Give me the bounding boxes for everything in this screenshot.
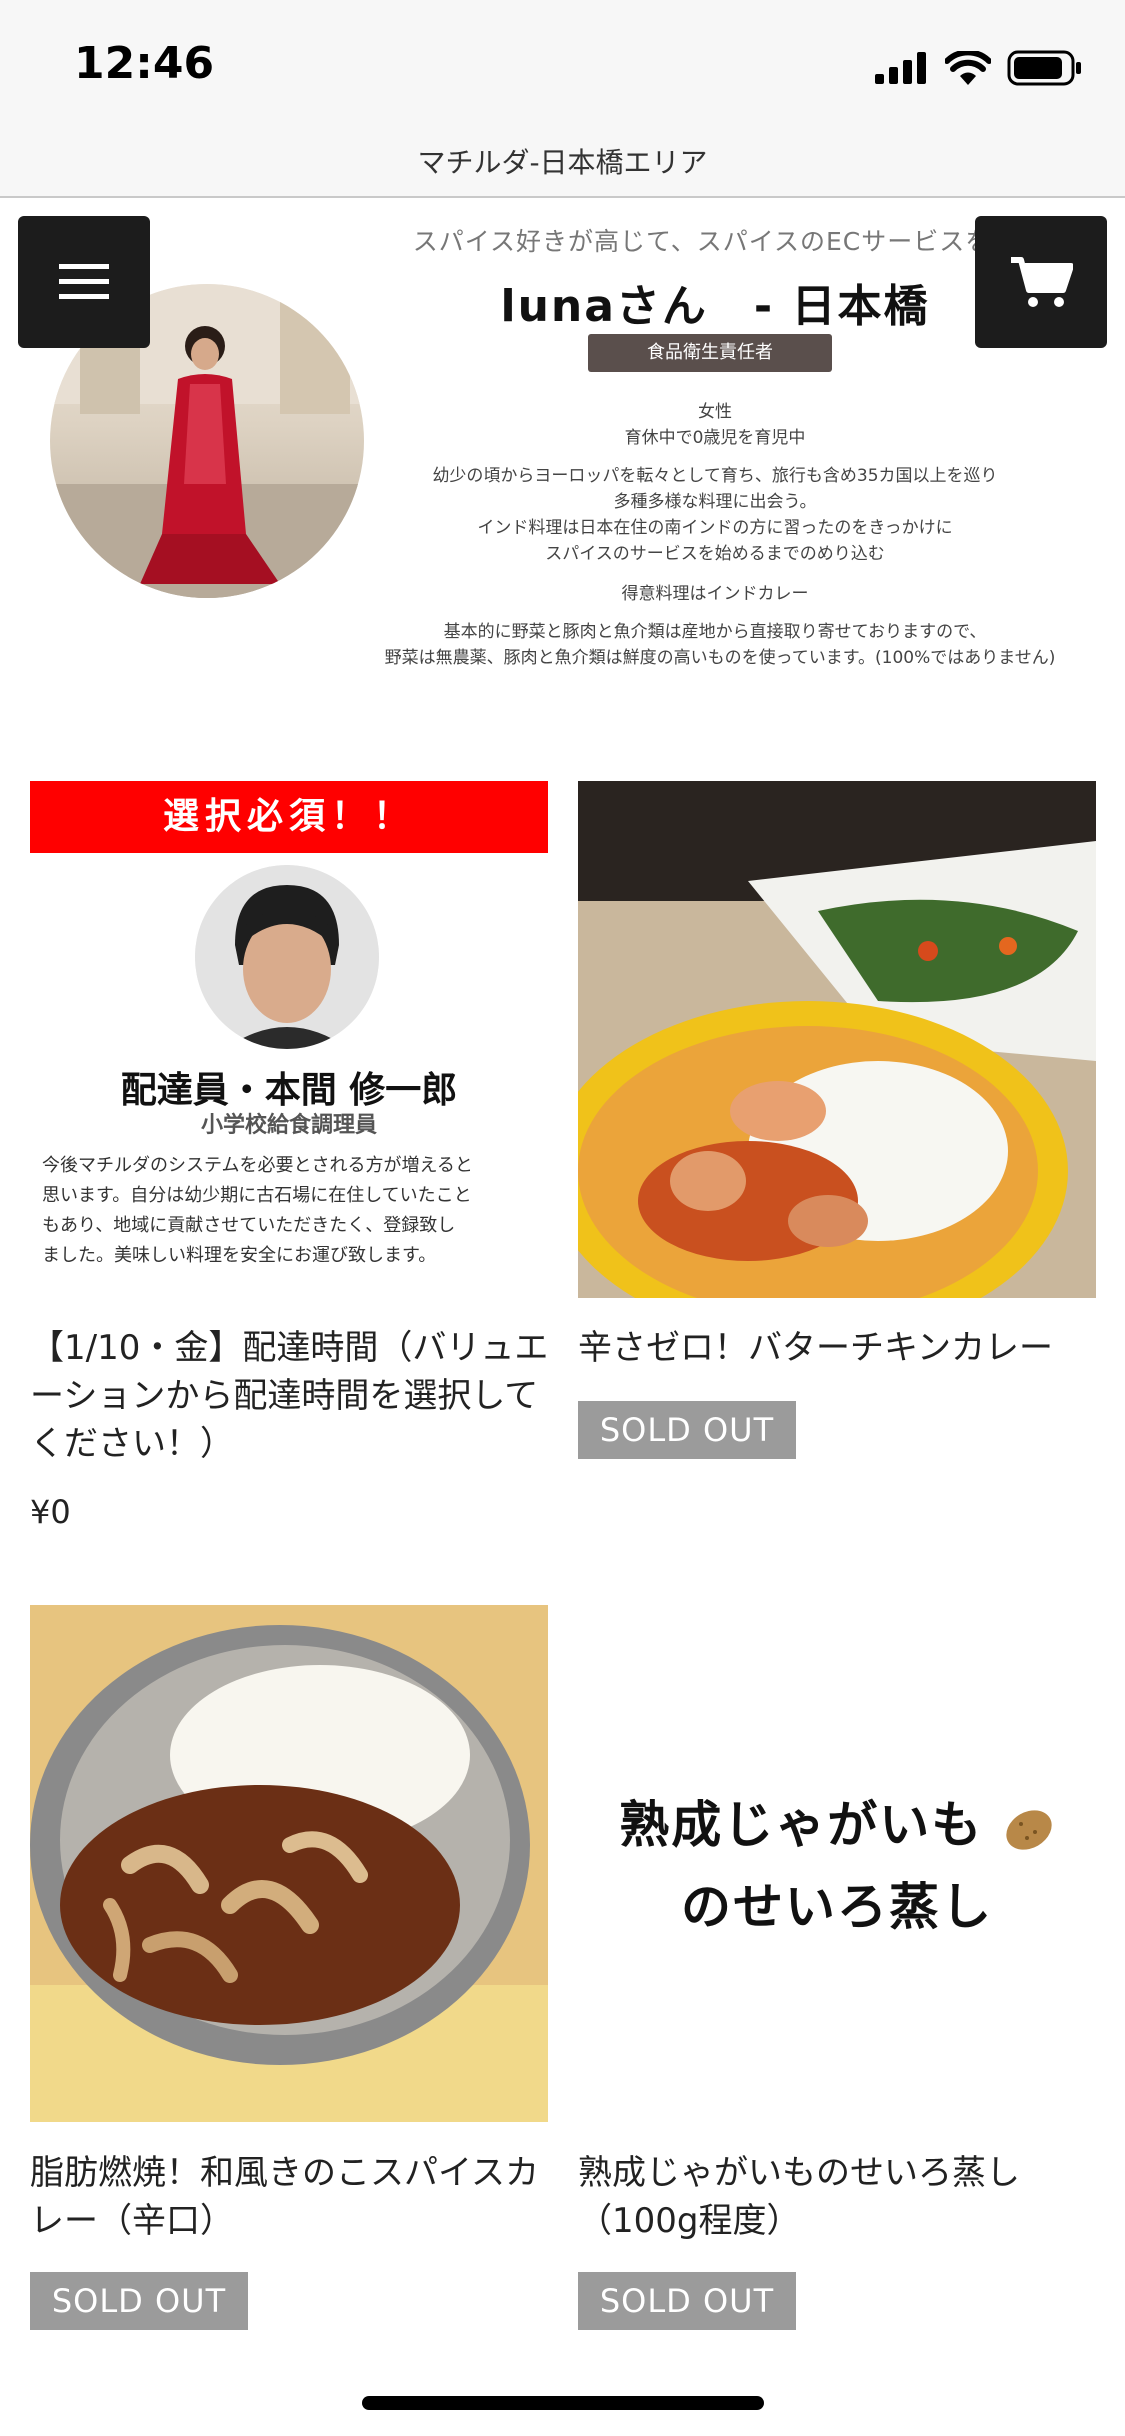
site-title-bar[interactable]: マチルダ-日本橋エリア xyxy=(0,138,1125,198)
product-image-butter-chicken[interactable] xyxy=(578,781,1096,1298)
potato-image-line2: のせいろ蒸し xyxy=(681,1878,993,1936)
product-image-potato[interactable]: 熟成じゃがいも のせいろ蒸し xyxy=(578,1605,1096,2122)
wifi-icon xyxy=(945,51,991,85)
courier-message-line4: ました。美味しい料理を安全にお運び致します。 xyxy=(42,1245,437,1266)
product-title-delivery[interactable]: 【1/10・金】配達時間（バリュエーションから配達時間を選択してください！） xyxy=(30,1324,550,1468)
chef-bio-line1: 幼少の頃からヨーロッパを転々として育ち、旅行も含め35カ国以上を巡り xyxy=(432,466,998,486)
sold-out-badge-mushroom-curry: SOLD OUT xyxy=(30,2272,248,2330)
product-image-mushroom-curry[interactable] xyxy=(30,1605,548,2122)
potato-image-line1-text: 熟成じゃがいも xyxy=(619,1796,984,1854)
chef-bio-line3: インド料理は日本在住の南インドの方に習ったのをきっかけに xyxy=(477,518,953,538)
sourcing-line2: 野菜は無農薬、豚肉と魚介類は鮮度の高いものを使っています。(100%ではありませ… xyxy=(384,648,1056,668)
cart-button[interactable] xyxy=(975,216,1107,348)
required-banner: 選択必須！！ xyxy=(30,781,548,853)
sold-out-badge-butter-chicken: SOLD OUT xyxy=(578,1401,796,1459)
role-badge: 食品衛生責任者 xyxy=(588,334,832,372)
status-icons xyxy=(875,50,1083,86)
sold-out-badge-potato: SOLD OUT xyxy=(578,2272,796,2330)
battery-icon xyxy=(1007,50,1081,86)
product-title-butter-chicken[interactable]: 辛さゼロ！バターチキンカレー xyxy=(578,1324,1098,1372)
chef-bio-line2: 多種多様な料理に出会う。 xyxy=(613,492,817,512)
courier-name: 配達員・本間 修一郎 xyxy=(120,1070,458,1111)
courier-message-line2: 思います。自分は幼少期に古石場に在住していたこと xyxy=(42,1185,472,1206)
product-title-potato[interactable]: 熟成じゃがいものせいろ蒸し（100g程度） xyxy=(578,2149,1098,2245)
sourcing-line1: 基本的に野菜と豚肉と魚介類は産地から直接取り寄せておりますので、 xyxy=(443,622,987,642)
courier-message-line1: 今後マチルダのシステムを必要とされる方が増えると xyxy=(42,1155,473,1176)
courier-photo xyxy=(195,865,379,1049)
product-price-delivery: ¥0 xyxy=(30,1493,71,1531)
product-image-delivery[interactable]: 選択必須！！ 配達員・本間 修一郎 小学校給食調理員 今後マチルダのシステムを必… xyxy=(30,781,548,1298)
home-indicator[interactable] xyxy=(362,2396,764,2410)
courier-message-line3: もあり、地域に貢献させていただきたく、登録致し xyxy=(42,1215,456,1236)
chef-specialty: 得意料理はインドカレー xyxy=(621,584,809,604)
status-bar: 12:46 xyxy=(0,0,1125,138)
profile-banner: スパイス好きが高じて、スパイスのECサービスを運 lunaさん - 日本橋 食品… xyxy=(0,200,1125,680)
cart-icon xyxy=(1011,257,1073,307)
chef-status: 育休中で0歳児を育児中 xyxy=(624,428,806,448)
signal-icon xyxy=(875,52,926,84)
courier-role: 小学校給食調理員 xyxy=(200,1113,377,1138)
potato-icon xyxy=(1006,1809,1052,1850)
chef-gender: 女性 xyxy=(698,402,732,422)
potato-image-line1: 熟成じゃがいも xyxy=(578,1785,1096,1857)
status-time: 12:46 xyxy=(74,38,215,89)
menu-button[interactable] xyxy=(18,216,150,348)
chef-bio-line4: スパイスのサービスを始めるまでのめり込む xyxy=(545,544,885,564)
site-title: マチルダ-日本橋エリア xyxy=(417,146,708,179)
hamburger-icon xyxy=(59,264,109,299)
product-title-mushroom-curry[interactable]: 脂肪燃焼！和風きのこスパイスカレー（辛口） xyxy=(30,2149,550,2245)
